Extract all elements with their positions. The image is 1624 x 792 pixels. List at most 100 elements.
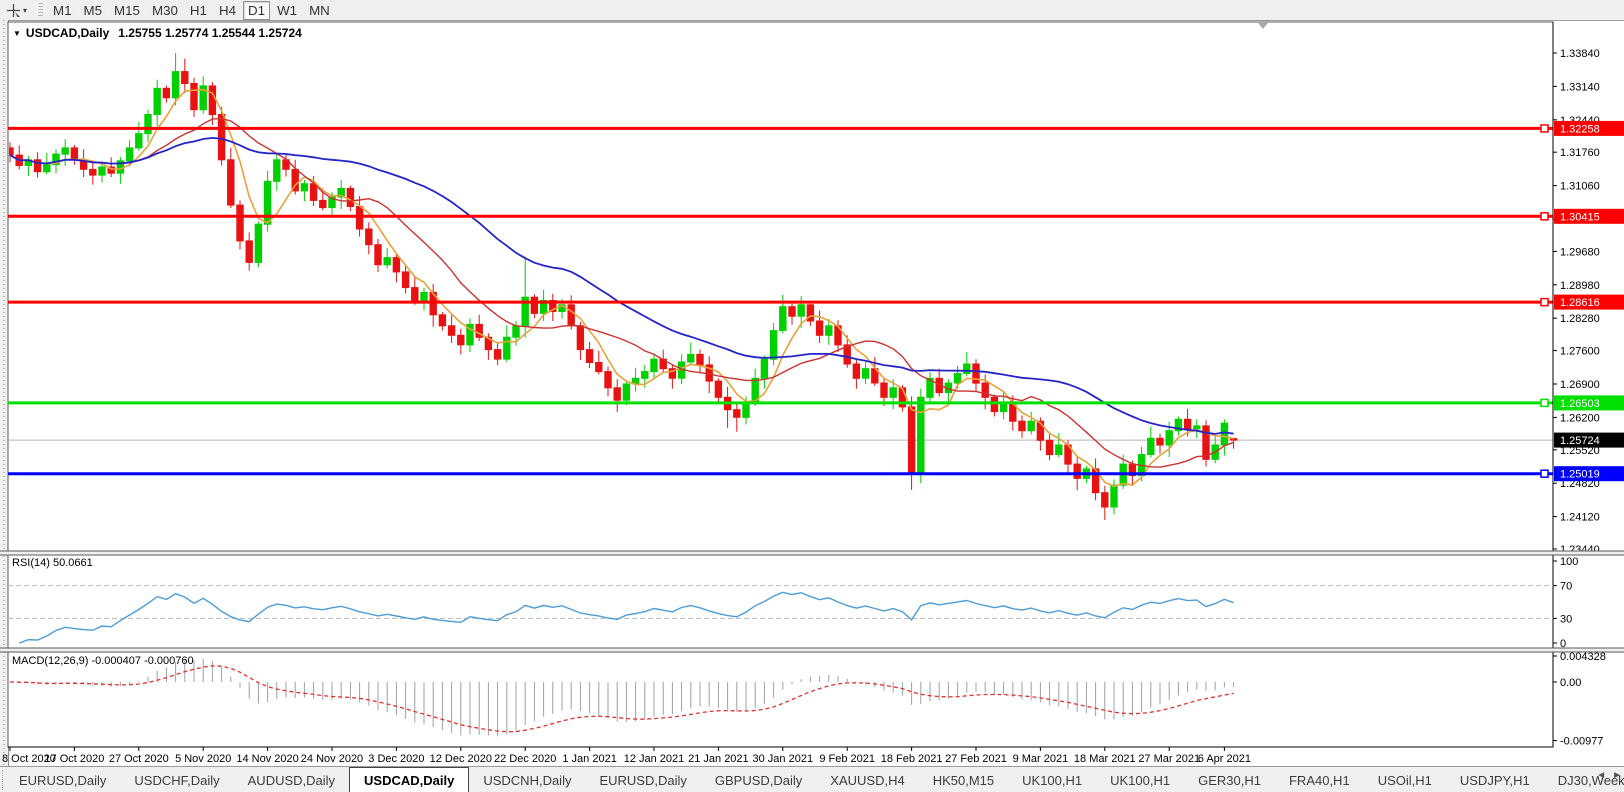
tab-ger30-h1[interactable]: GER30,H1 [1184, 767, 1275, 792]
candle-body [1055, 444, 1063, 455]
candle-body [1220, 422, 1229, 446]
price-badge-label: 1.25019 [1560, 469, 1600, 481]
price-axis-label: 1.31060 [1560, 181, 1600, 193]
candle-body [190, 83, 198, 111]
date-axis-label: 18 Mar 2021 [1074, 753, 1136, 765]
candle-body [1165, 430, 1173, 446]
candle-body [530, 296, 539, 314]
candle-body [917, 396, 925, 475]
macd-axis-label: -0.00977 [1560, 736, 1603, 748]
tab-xauusd-h4[interactable]: XAUUSD,H4 [816, 767, 918, 792]
tab-usdchf-daily[interactable]: USDCHF,Daily [120, 767, 233, 792]
tab-usdjpy-h1[interactable]: USDJPY,H1 [1446, 767, 1544, 792]
candle-body [181, 71, 189, 84]
candle-body [1193, 425, 1201, 430]
panel-splitter[interactable] [0, 648, 1624, 652]
candle-body [769, 330, 778, 360]
mt4-window: ▾ M1 M5 M15 M30 H1 H4 D1 W1 MN 1.33840 1.… [0, 0, 1624, 792]
tab-uk100-h1[interactable]: UK100,H1 [1008, 767, 1096, 792]
candle-body [779, 306, 787, 332]
panel-splitter[interactable] [0, 551, 1624, 555]
candle-body [585, 349, 594, 364]
price-badge-label: 1.30415 [1560, 211, 1600, 223]
line-end-marker[interactable] [1540, 124, 1549, 133]
candle-body [1183, 418, 1192, 430]
line-end-marker[interactable] [1540, 469, 1549, 478]
candle-body [1110, 484, 1118, 508]
candle-body [208, 85, 217, 116]
candle-body [687, 353, 695, 363]
candle-body [162, 87, 171, 99]
candle-body [171, 71, 180, 99]
date-axis-label: 27 Mar 2021 [1138, 753, 1200, 765]
line-end-marker[interactable] [1540, 212, 1549, 221]
candle-body [613, 387, 621, 401]
rsi-axis-label: 30 [1560, 613, 1572, 625]
candle-body [990, 396, 999, 413]
candle-body [880, 382, 888, 398]
panel-border [7, 651, 1554, 748]
date-axis-label: 27 Oct 2020 [109, 753, 169, 765]
tab-gbpusd-daily[interactable]: GBPUSD,Daily [701, 767, 816, 792]
candle-body [98, 166, 106, 176]
tab-hk50-m15[interactable]: HK50,M15 [919, 767, 1008, 792]
candle-body [650, 358, 658, 373]
date-axis-label: 5 Nov 2020 [175, 753, 231, 765]
date-axis-label: 12 Jan 2021 [624, 753, 685, 765]
candle-body [236, 204, 244, 242]
tab-fra40-h1[interactable]: FRA40,H1 [1275, 767, 1364, 792]
tab-usoil-h1[interactable]: USOil,H1 [1364, 767, 1446, 792]
candle-body [696, 353, 704, 366]
rsi-axis-label: 100 [1560, 556, 1578, 568]
price-axis-label: 1.26900 [1560, 379, 1600, 391]
price-badge-label: 1.26503 [1560, 398, 1600, 410]
candle-body [493, 349, 502, 360]
candle-body [576, 325, 585, 351]
price-axis-label: 1.28980 [1560, 280, 1600, 292]
tab-scroll-right-icon[interactable]: ► [1612, 770, 1622, 781]
candle-body [953, 373, 962, 384]
date-axis-label: 27 Feb 2021 [945, 753, 1007, 765]
candle-body [889, 387, 897, 398]
candle-body [512, 325, 520, 338]
date-axis-label: 17 Oct 2020 [44, 753, 104, 765]
candle-body [254, 223, 263, 263]
tab-scroll-left-icon[interactable]: ◄ [1596, 770, 1606, 781]
tab-eurusd-daily[interactable]: EURUSD,Daily [5, 767, 120, 792]
date-axis-label: 21 Jan 2021 [688, 753, 749, 765]
candle-body [438, 314, 447, 327]
candle-body [420, 291, 428, 303]
line-end-marker[interactable] [1540, 297, 1549, 307]
candle-body [604, 371, 612, 389]
tab-usdcad-daily[interactable]: USDCAD,Daily [349, 767, 470, 792]
price-axis-label: 1.33840 [1560, 48, 1600, 60]
candle-body [622, 383, 631, 401]
tab-audusd-daily[interactable]: AUDUSD,Daily [234, 767, 349, 792]
candle-body [61, 147, 69, 155]
chart-shift-marker-icon[interactable] [1258, 23, 1268, 29]
candle-body [227, 159, 235, 206]
candle-body [144, 114, 152, 135]
candle-body [1045, 439, 1054, 456]
candle-body [503, 336, 511, 360]
date-axis-label: 9 Mar 2021 [1013, 753, 1069, 765]
candle-body [567, 304, 575, 327]
date-axis-label: 22 Dec 2020 [494, 753, 556, 765]
tab-eurusd-daily[interactable]: EURUSD,Daily [585, 767, 700, 792]
macd-axis-label: 0.004328 [1560, 651, 1606, 663]
candle-body [1156, 437, 1164, 446]
candle-body [153, 87, 161, 116]
candle-body [852, 363, 861, 379]
candle-body [245, 240, 253, 263]
price-badge-label: 1.28616 [1560, 297, 1600, 309]
line-end-marker[interactable] [1540, 398, 1549, 408]
date-axis-label: 6 Apr 2021 [1198, 753, 1251, 765]
candle-body [273, 159, 281, 182]
tab-uk100-h1[interactable]: UK100,H1 [1096, 767, 1184, 792]
candle-body [346, 187, 355, 207]
tab-usdcnh-daily[interactable]: USDCNH,Daily [469, 767, 585, 792]
candle-body [733, 409, 741, 418]
candle-body [641, 371, 649, 379]
date-axis-label: 12 Dec 2020 [430, 753, 492, 765]
candle-body [1018, 420, 1026, 432]
